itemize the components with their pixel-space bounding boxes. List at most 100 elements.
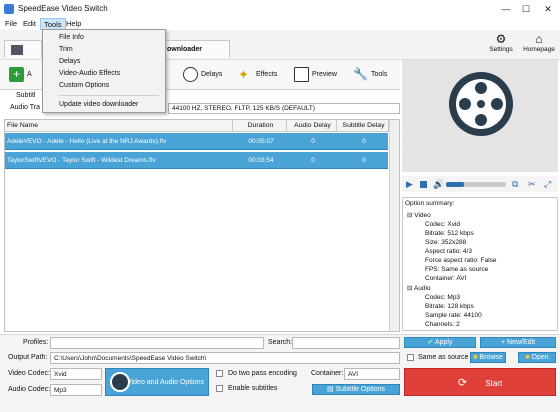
minimize-button[interactable]: —: [498, 2, 514, 16]
audio-track-label: Audio Tra: [10, 104, 40, 111]
clock-icon: [183, 67, 198, 82]
folder-icon: ■: [473, 354, 478, 361]
table-row[interactable]: AdeleVEVO - Adele - Hello (Live at the N…: [5, 133, 388, 150]
container-select[interactable]: AVI: [344, 368, 400, 380]
tree-video-node[interactable]: ⊟ Video: [407, 211, 431, 220]
stop-icon[interactable]: [420, 181, 427, 188]
tools-label: Tools: [371, 71, 388, 78]
menu-edit[interactable]: Edit: [20, 18, 39, 30]
volume-icon[interactable]: 🔊: [433, 179, 444, 190]
output-path-input[interactable]: C:\Users\John\Documents\SpeedEase Video …: [50, 352, 400, 364]
apply-label: Apply: [434, 339, 453, 346]
delays-label: Delays: [201, 71, 223, 78]
menu-item-delays[interactable]: Delays: [43, 56, 165, 68]
reel-icon: [110, 372, 130, 392]
effects-label: Effects: [256, 71, 278, 78]
tab-downloader[interactable]: ownloader: [160, 40, 230, 58]
new-edit-button[interactable]: + New/Edit: [480, 337, 556, 348]
summary-audio-item: Channels: 2: [425, 321, 460, 328]
seek-slider[interactable]: [446, 182, 506, 187]
menu-separator: [59, 95, 159, 96]
film-reel-icon: [449, 72, 513, 136]
title-bar: SpeedEase Video Switch — ☐ ✕: [0, 0, 560, 18]
monitor-icon: [294, 67, 309, 82]
cell-audio-delay: 0: [311, 138, 315, 145]
column-header-file-name[interactable]: File Name: [5, 120, 233, 132]
column-header-subtitle-delay[interactable]: Subtitle Delay: [337, 120, 389, 132]
summary-video-item: FPS: Same as source: [425, 266, 489, 273]
scissors-icon[interactable]: ✂: [528, 179, 536, 190]
cell-file-name: AdeleVEVO - Adele - Hello (Live at the N…: [7, 138, 167, 145]
menu-file[interactable]: File: [2, 18, 20, 30]
summary-audio-item: Sample rate: 44100: [425, 312, 482, 319]
add-button[interactable]: + A: [6, 64, 40, 84]
preview-label: Preview: [312, 71, 337, 78]
browse-button[interactable]: ■ Browse: [470, 352, 506, 363]
menu-item-update-video-downloader[interactable]: Update video downloader: [43, 99, 165, 111]
table-scrollbar[interactable]: [389, 120, 399, 331]
summary-video-item: Size: 352x288: [425, 239, 467, 246]
tree-audio-node[interactable]: ⊟ Audio: [407, 284, 431, 293]
menu-item-file-info[interactable]: File Info: [43, 32, 165, 44]
option-summary-panel: Option summary: ⊟ Video Codec: Xvid Bitr…: [402, 197, 558, 331]
summary-video-item: Force aspect ratio: False: [425, 257, 497, 264]
video-codec-select[interactable]: Xvid: [50, 368, 102, 380]
audio-track-select[interactable]: 44100 HZ, STEREO, FLTP, 125 KB/S (DEFAUL…: [168, 103, 400, 114]
table-row[interactable]: TaylorSwiftVEVO - Taylor Swift - Wildest…: [5, 152, 388, 169]
menu-item-custom-options[interactable]: Custom Options: [43, 80, 165, 92]
gear-icon: ⚙: [495, 32, 507, 46]
close-button[interactable]: ✕: [540, 2, 556, 16]
film-icon: [11, 45, 23, 55]
fullscreen-icon[interactable]: ⤢: [544, 179, 551, 190]
menu-item-video-audio-effects[interactable]: Video-Audio Effects: [43, 68, 165, 80]
same-as-source-checkbox[interactable]: [407, 354, 414, 361]
summary-title: Option summary:: [405, 200, 455, 207]
maximize-button[interactable]: ☐: [518, 2, 534, 16]
profiles-select[interactable]: [50, 337, 264, 349]
apply-button[interactable]: ✔ Apply: [404, 337, 476, 348]
convert-icon: ⟳: [457, 377, 468, 389]
video-audio-options-button[interactable]: Video and Audio Options: [105, 368, 209, 396]
summary-video-item: Container: AVI: [425, 275, 467, 282]
delays-button[interactable]: Delays: [180, 64, 230, 84]
plus-icon: +: [500, 339, 506, 346]
effects-button[interactable]: ✦ Effects: [235, 64, 287, 84]
wrench-icon: 🔧: [353, 67, 368, 81]
column-header-audio-delay[interactable]: Audio Delay: [287, 120, 337, 132]
open-button[interactable]: ■ Open: [518, 352, 556, 363]
profiles-label: Profiles:: [23, 339, 49, 346]
magic-wand-icon: ✦: [238, 67, 249, 82]
audio-codec-select[interactable]: Mp3: [50, 384, 102, 396]
homepage-button[interactable]: ⌂ Homepage: [520, 32, 558, 58]
home-icon: ⌂: [535, 32, 543, 46]
subtitle-icon: ▤: [327, 386, 334, 393]
preview-button[interactable]: Preview: [291, 64, 345, 84]
tools-dropdown-menu: File Info Trim Delays Video-Audio Effect…: [42, 29, 166, 113]
cell-duration: 00:03:54: [248, 157, 274, 164]
two-pass-label: Do two pass encoding: [228, 370, 297, 377]
subtitle-label: Subtitl: [16, 92, 36, 99]
same-as-source-label: Same as source: [418, 354, 469, 361]
subtitle-options-button[interactable]: ▤ Subtitle Options: [312, 384, 400, 395]
video-header: Video: [414, 212, 431, 219]
add-label: A: [27, 71, 32, 78]
settings-button[interactable]: ⚙ Settings: [482, 32, 520, 58]
snapshot-icon[interactable]: ⧉: [512, 179, 518, 190]
start-label: Start: [485, 379, 503, 388]
play-icon[interactable]: ▶: [406, 179, 413, 190]
file-table: File Name Duration Audio Delay Subtitle …: [4, 119, 400, 332]
folder-open-icon: ■: [525, 354, 530, 361]
check-icon: ✔: [427, 339, 434, 346]
cell-subtitle-delay: 0: [362, 138, 366, 145]
cell-audio-delay: 0: [311, 157, 315, 164]
search-input[interactable]: [292, 337, 400, 349]
tab-converter[interactable]: [4, 40, 42, 58]
summary-video-item: Bitrate: 512 kbps: [425, 230, 474, 237]
tools-button[interactable]: 🔧 Tools: [350, 64, 396, 84]
menu-item-trim[interactable]: Trim: [43, 44, 165, 56]
enable-subtitles-checkbox[interactable]: [216, 385, 223, 392]
two-pass-checkbox[interactable]: [216, 370, 223, 377]
start-button[interactable]: ⟳ Start: [404, 368, 556, 396]
search-label: Search:: [268, 339, 293, 346]
column-header-duration[interactable]: Duration: [233, 120, 287, 132]
